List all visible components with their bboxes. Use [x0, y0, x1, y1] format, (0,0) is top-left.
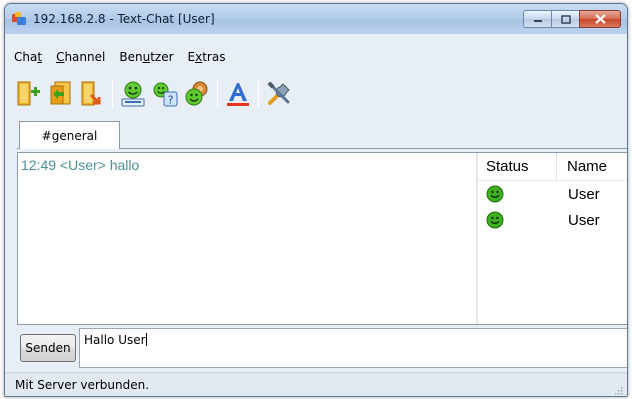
user-row[interactable]: User: [478, 207, 627, 233]
app-icon: [12, 12, 26, 25]
connection-status: Mit Server verbunden.: [15, 378, 150, 392]
user-list-header: Status Name: [478, 153, 627, 181]
font-color-button[interactable]: [223, 78, 253, 110]
online-status-icon: [486, 211, 504, 229]
online-status-icon: [486, 185, 504, 203]
user-list[interactable]: Status Name User User: [476, 153, 627, 324]
user-query-icon: ?: [153, 82, 178, 107]
maximize-icon: [560, 14, 571, 24]
menu-item-channel[interactable]: Channel: [49, 48, 112, 68]
status-bar: Mit Server verbunden.: [5, 372, 627, 396]
minimize-button[interactable]: [523, 10, 551, 28]
menu-bar: Chat Channel Benutzer Extras: [7, 48, 232, 68]
menu-item-extras[interactable]: Extras: [181, 48, 233, 68]
toolbar-separator: [112, 80, 113, 108]
menu-item-benutzer[interactable]: Benutzer: [112, 48, 180, 68]
user-name: User: [568, 185, 600, 203]
menu-item-chat[interactable]: Chat: [7, 48, 49, 68]
column-header-name[interactable]: Name: [556, 153, 607, 180]
window-title: 192.168.2.8 - Text-Chat [User]: [33, 12, 215, 26]
leave-channel-icon: [81, 81, 101, 106]
user-name: User: [568, 211, 600, 229]
whois-button[interactable]: [118, 78, 148, 110]
channel-list-button[interactable]: [45, 78, 75, 110]
whois-icon: [121, 81, 145, 107]
channel-list-icon: [50, 81, 71, 105]
column-header-status[interactable]: Status: [478, 158, 556, 175]
toolbar-separator: [217, 80, 218, 108]
join-channel-button[interactable]: [13, 78, 43, 110]
font-color-icon: [227, 83, 249, 106]
settings-button[interactable]: [264, 78, 294, 110]
toolbar-separator: [258, 80, 259, 108]
close-icon: [594, 14, 606, 24]
maximize-button[interactable]: [551, 10, 579, 28]
user-settings-button[interactable]: [182, 78, 212, 110]
channel-content: 12:49 <User> hallo Status Name User User: [17, 152, 627, 325]
settings-icon: [267, 81, 290, 105]
leave-channel-button[interactable]: [77, 78, 107, 110]
send-button[interactable]: Senden: [20, 334, 76, 362]
close-button[interactable]: [579, 10, 621, 28]
user-row[interactable]: User: [478, 181, 627, 207]
message-input-text: Hallo User: [84, 333, 146, 347]
tab-general[interactable]: #general: [19, 121, 120, 149]
chat-message: 12:49 <User> hallo: [21, 157, 140, 173]
toolbar: ?: [13, 74, 296, 114]
resize-grip-icon[interactable]: [613, 385, 623, 395]
text-caret: [145, 333, 147, 346]
app-window: 192.168.2.8 - Text-Chat [User] Chat Chann…: [4, 3, 628, 397]
join-channel-icon: [17, 81, 40, 106]
minimize-icon: [533, 20, 542, 22]
user-settings-icon: [185, 81, 208, 106]
message-input[interactable]: Hallo User: [79, 328, 627, 368]
user-query-button[interactable]: ?: [150, 78, 180, 110]
svg-text:?: ?: [168, 94, 174, 107]
tab-label: #general: [41, 128, 98, 143]
channel-tabstrip: #general: [17, 119, 627, 149]
chat-log[interactable]: 12:49 <User> hallo: [18, 153, 473, 324]
title-bar[interactable]: 192.168.2.8 - Text-Chat [User]: [5, 4, 627, 34]
